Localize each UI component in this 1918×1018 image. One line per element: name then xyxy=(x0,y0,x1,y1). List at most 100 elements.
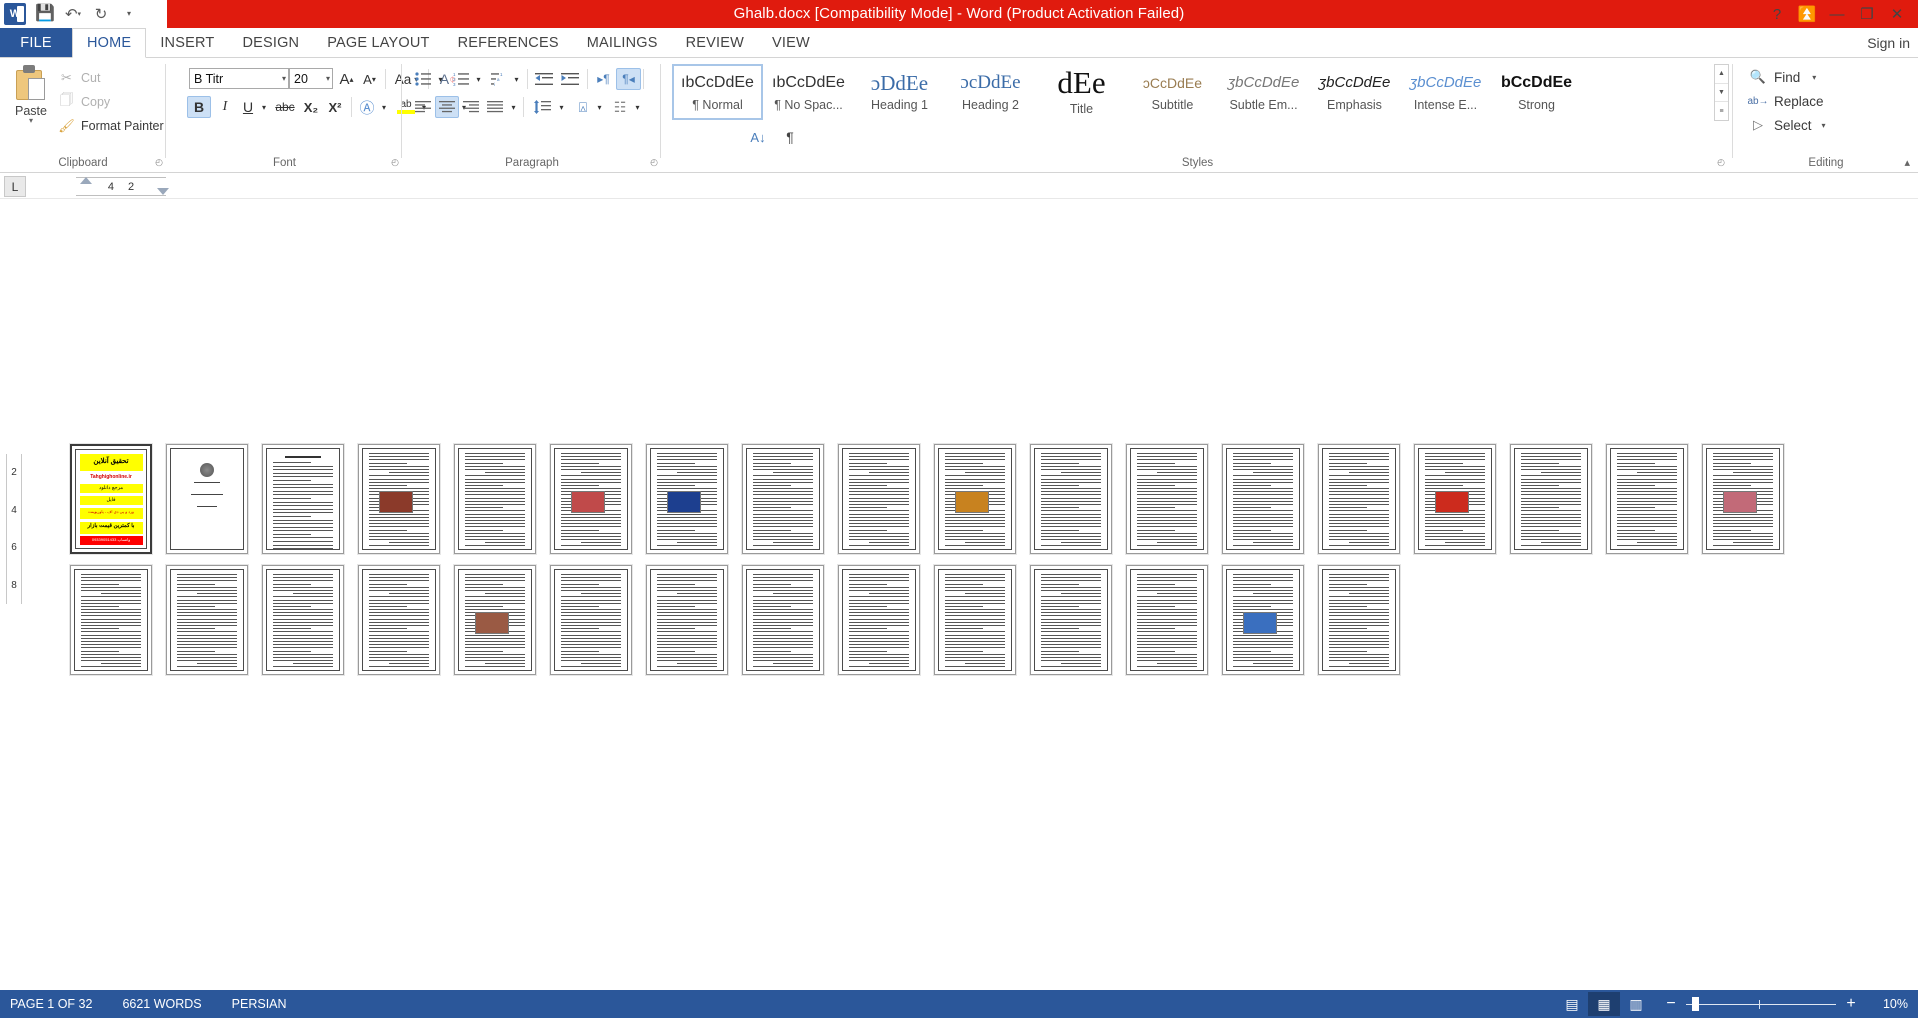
font-dialog-launcher[interactable]: ◴ xyxy=(391,157,399,168)
style-no-spacing[interactable]: ıbCcDdEe ¶ No Spac... xyxy=(763,64,854,120)
justify-dropdown-icon[interactable]: ▾ xyxy=(507,96,520,118)
borders-icon[interactable]: ☷ xyxy=(608,96,632,118)
word-count[interactable]: 6621 WORDS xyxy=(122,997,215,1011)
tab-insert[interactable]: INSERT xyxy=(146,28,228,57)
line-spacing-dropdown-icon[interactable]: ▾ xyxy=(555,96,568,118)
page-thumbnail-grid[interactable]: تحقیق آنلاین Tahghighonline.ir مرجع دانلود… xyxy=(70,444,1860,675)
tab-review[interactable]: REVIEW xyxy=(672,28,758,57)
superscript-button[interactable]: X² xyxy=(322,96,348,118)
tab-mailings[interactable]: MAILINGS xyxy=(573,28,672,57)
page-thumbnail[interactable] xyxy=(358,444,440,554)
shrink-font-button[interactable]: A ▾ xyxy=(358,68,381,90)
help-icon[interactable]: ? xyxy=(1762,0,1792,28)
zoom-in-button[interactable]: + xyxy=(1844,996,1858,1012)
page-thumbnail[interactable] xyxy=(454,444,536,554)
page-thumbnail[interactable] xyxy=(646,444,728,554)
page-thumbnail[interactable] xyxy=(1606,444,1688,554)
strikethrough-button[interactable]: abc xyxy=(272,96,298,118)
page-thumbnail[interactable] xyxy=(550,565,632,675)
styles-more-icon[interactable]: ≡ xyxy=(1715,102,1728,120)
close-icon[interactable]: ✕ xyxy=(1882,0,1912,28)
vertical-ruler[interactable]: 2 4 6 8 xyxy=(6,454,22,604)
page-thumbnail[interactable]: تحقیق آنلاین Tahghighonline.ir مرجع دانلود… xyxy=(70,444,152,554)
paste-button[interactable]: Paste ▾ xyxy=(8,64,54,138)
page-thumbnail[interactable] xyxy=(742,565,824,675)
underline-dropdown-icon[interactable]: ▾ xyxy=(257,96,271,118)
multilevel-list-dropdown-icon[interactable]: ▾ xyxy=(510,68,523,90)
paragraph-dialog-launcher[interactable]: ◴ xyxy=(650,157,658,168)
page-thumbnail[interactable] xyxy=(550,444,632,554)
page-thumbnail[interactable] xyxy=(838,565,920,675)
styles-scrollbar[interactable]: ▲ ▼ ≡ xyxy=(1714,64,1729,121)
select-dropdown-icon[interactable]: ▾ xyxy=(1822,121,1826,130)
sign-in-button[interactable]: Sign in xyxy=(1867,28,1910,58)
bold-button[interactable]: B xyxy=(187,96,211,118)
style-intense-emphasis[interactable]: ʒbCcDdEe Intense E... xyxy=(1400,64,1491,120)
style-title[interactable]: dEe Title xyxy=(1036,64,1127,120)
bullets-dropdown-icon[interactable]: ▾ xyxy=(434,68,447,90)
page-thumbnail[interactable] xyxy=(1222,565,1304,675)
web-layout-icon[interactable]: ▥ xyxy=(1620,992,1652,1016)
page-thumbnail[interactable] xyxy=(1414,444,1496,554)
font-name-input[interactable]: B Titr ▾ xyxy=(189,68,289,89)
zoom-level-label[interactable]: 10% xyxy=(1866,997,1908,1011)
style-subtitle[interactable]: ɔCcDdEe Subtitle xyxy=(1127,64,1218,120)
page-thumbnail[interactable] xyxy=(934,565,1016,675)
page-thumbnail[interactable] xyxy=(70,565,152,675)
font-name-dropdown-icon[interactable]: ▾ xyxy=(282,74,286,83)
font-size-dropdown-icon[interactable]: ▾ xyxy=(326,74,330,83)
page-thumbnail[interactable] xyxy=(1030,565,1112,675)
find-button[interactable]: 🔍 Find ▾ xyxy=(1748,66,1816,88)
style-strong[interactable]: bCcDdEe Strong xyxy=(1491,64,1582,120)
align-left-icon[interactable] xyxy=(411,96,435,118)
clipboard-dialog-launcher[interactable]: ◴ xyxy=(155,157,163,168)
page-thumbnail[interactable] xyxy=(1222,444,1304,554)
line-spacing-icon[interactable] xyxy=(529,96,555,118)
borders-dropdown-icon[interactable]: ▾ xyxy=(631,96,644,118)
numbering-dropdown-icon[interactable]: ▾ xyxy=(472,68,485,90)
ribbon-display-options-icon[interactable]: ⏫ xyxy=(1792,0,1822,28)
page-thumbnail[interactable] xyxy=(1126,565,1208,675)
save-icon[interactable]: 💾 xyxy=(32,2,58,26)
decrease-indent-icon[interactable] xyxy=(531,68,557,90)
tab-page-layout[interactable]: PAGE LAYOUT xyxy=(313,28,443,57)
page-thumbnail[interactable] xyxy=(1318,565,1400,675)
page-thumbnail[interactable] xyxy=(166,565,248,675)
style-heading-2[interactable]: ɔcDdEe Heading 2 xyxy=(945,64,1036,120)
hanging-indent-marker[interactable] xyxy=(157,188,169,195)
shading-icon[interactable]: ⍓ xyxy=(571,96,595,118)
shading-dropdown-icon[interactable]: ▾ xyxy=(593,96,606,118)
page-thumbnail[interactable] xyxy=(262,444,344,554)
page-thumbnail[interactable] xyxy=(742,444,824,554)
bullets-icon[interactable] xyxy=(411,68,435,90)
tab-stop-selector[interactable]: L xyxy=(4,176,26,197)
styles-dialog-launcher[interactable]: ◴ xyxy=(1717,157,1725,168)
paste-dropdown-arrow[interactable]: ▾ xyxy=(29,117,33,125)
page-thumbnail[interactable] xyxy=(838,444,920,554)
increase-indent-icon[interactable] xyxy=(557,68,583,90)
page-thumbnail[interactable] xyxy=(166,444,248,554)
tab-home[interactable]: HOME xyxy=(72,28,147,58)
font-size-input[interactable]: 20 ▾ xyxy=(289,68,333,89)
first-line-indent-marker[interactable] xyxy=(80,177,92,184)
format-painter-button[interactable]: 🖌 Format Painter xyxy=(58,116,163,136)
undo-icon[interactable]: ↶ ▾ xyxy=(60,2,86,26)
find-dropdown-icon[interactable]: ▾ xyxy=(1812,73,1816,82)
multilevel-list-icon[interactable]: 1ai xyxy=(487,68,511,90)
page-indicator[interactable]: PAGE 1 OF 32 xyxy=(10,997,106,1011)
tab-file[interactable]: FILE xyxy=(0,28,72,57)
page-thumbnail[interactable] xyxy=(1030,444,1112,554)
text-effects-button[interactable]: Ⓐ xyxy=(355,96,379,118)
justify-icon[interactable] xyxy=(483,96,507,118)
collapse-ribbon-button[interactable]: ▴ xyxy=(1904,156,1910,169)
page-thumbnail[interactable] xyxy=(1510,444,1592,554)
text-effects-dropdown-icon[interactable]: ▾ xyxy=(377,96,391,118)
styles-scroll-down-icon[interactable]: ▼ xyxy=(1715,84,1728,103)
align-center-icon[interactable] xyxy=(435,96,459,118)
page-thumbnail[interactable] xyxy=(1702,444,1784,554)
ltr-text-direction-icon[interactable]: ▸¶ xyxy=(591,68,616,90)
cut-button[interactable]: ✂ Cut xyxy=(58,68,100,88)
numbering-icon[interactable]: 123 xyxy=(449,68,473,90)
print-layout-icon[interactable]: ▦ xyxy=(1588,992,1620,1016)
page-thumbnail[interactable] xyxy=(1126,444,1208,554)
